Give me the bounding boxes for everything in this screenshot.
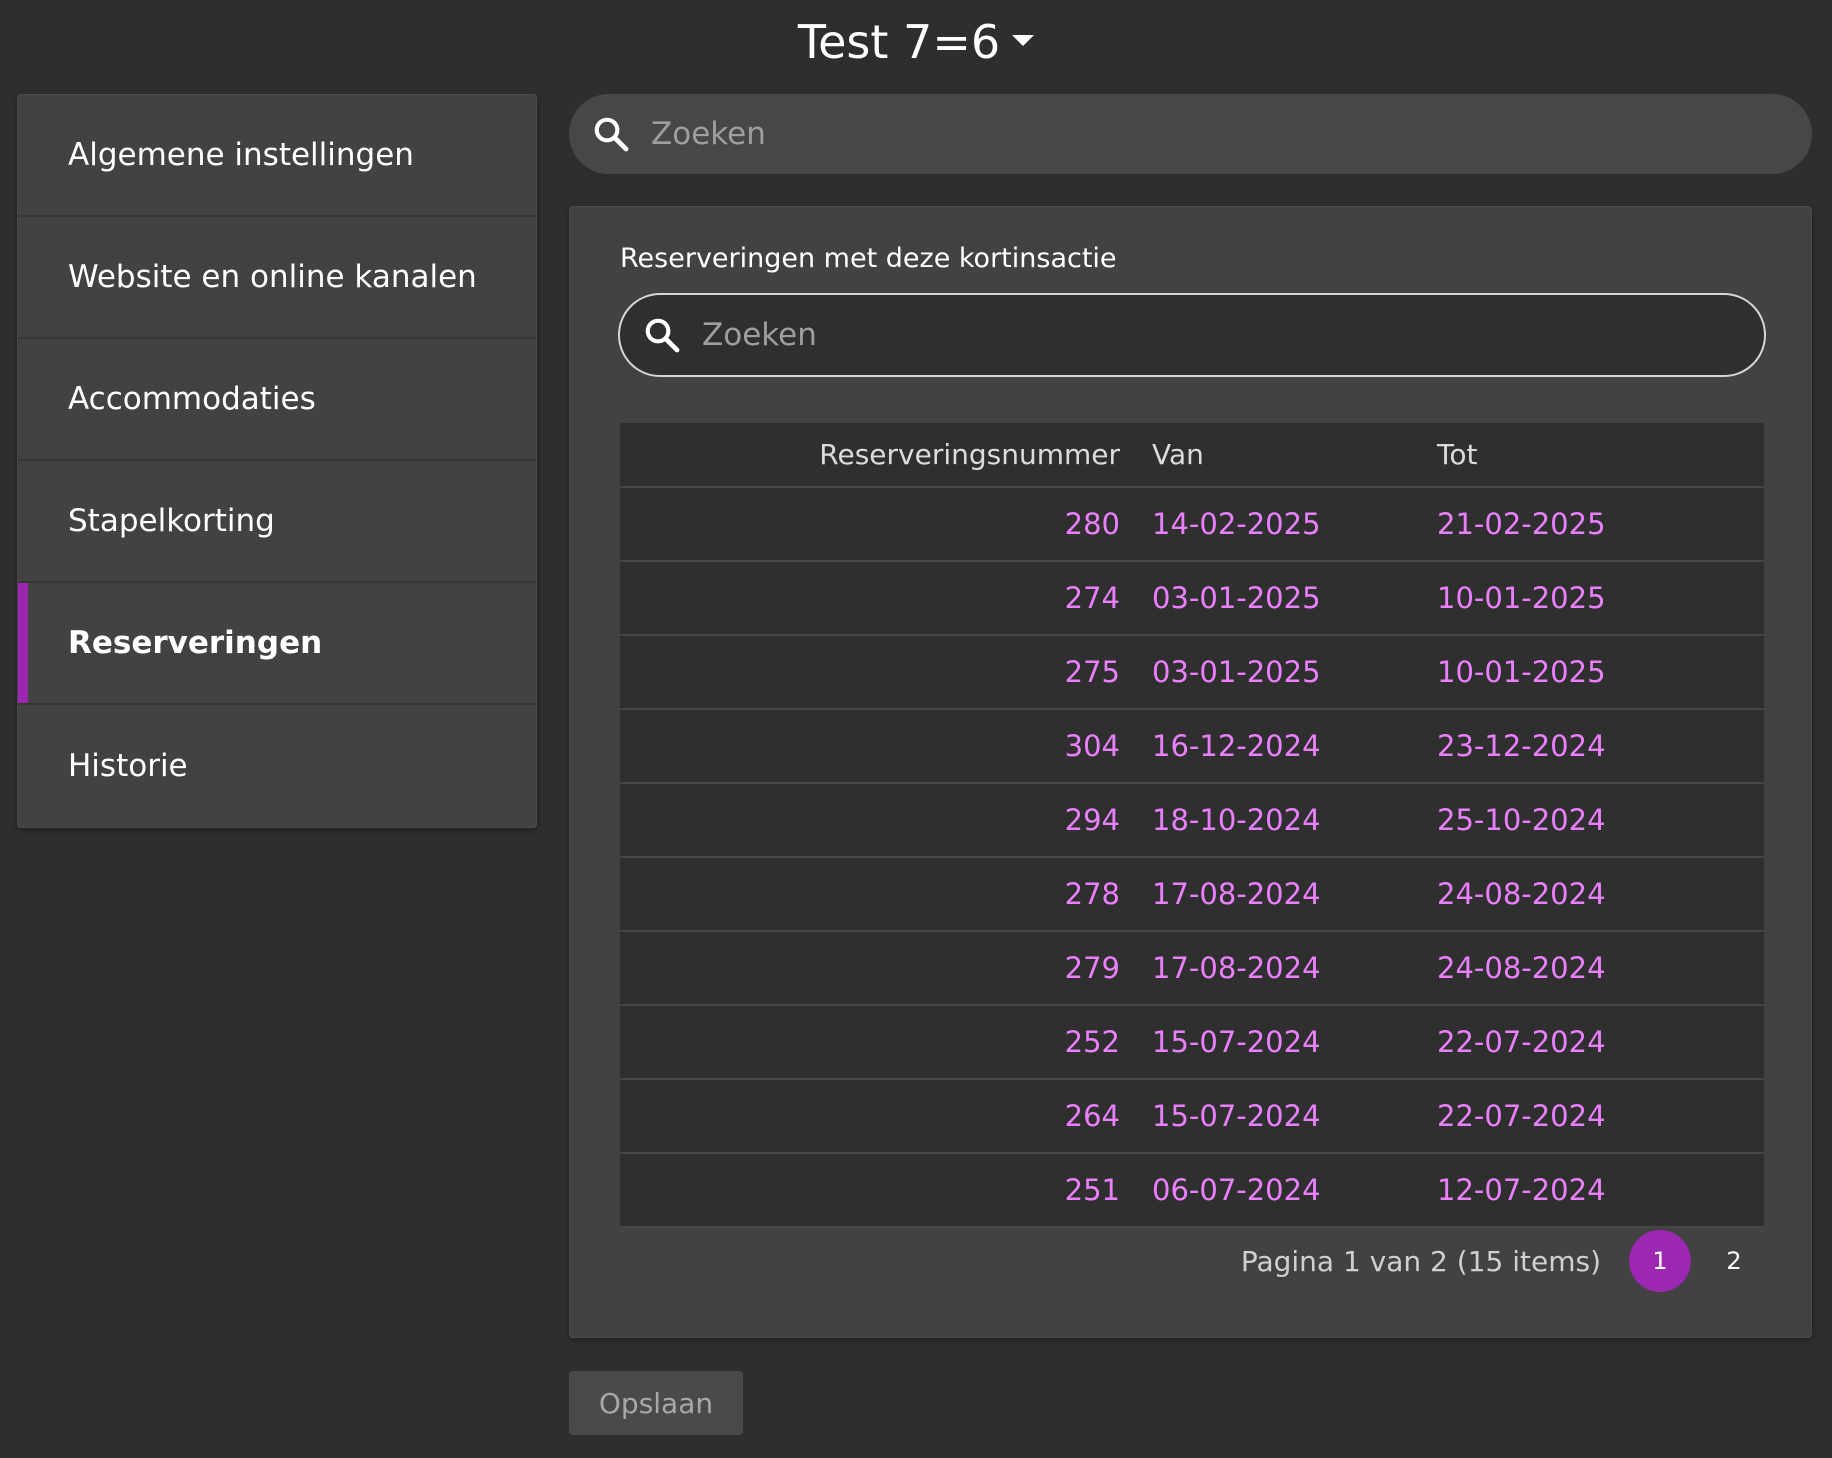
- reservations-search-bar: [618, 293, 1766, 377]
- table-row[interactable]: 278 17-08-2024 24-08-2024: [620, 858, 1764, 932]
- sidebar-item-algemene-instellingen[interactable]: Algemene instellingen: [18, 95, 536, 217]
- sidebar-item-label: Website en online kanalen: [68, 259, 477, 295]
- tot-date-link[interactable]: 10-01-2025: [1437, 655, 1606, 689]
- reservations-panel: Reserveringen met deze kortinsactie Rese…: [569, 206, 1812, 1338]
- tot-date-link[interactable]: 23-12-2024: [1437, 729, 1606, 763]
- tot-date-link[interactable]: 24-08-2024: [1437, 951, 1606, 985]
- van-date-link[interactable]: 17-08-2024: [1152, 877, 1321, 911]
- van-date-link[interactable]: 15-07-2024: [1152, 1025, 1321, 1059]
- active-indicator: [18, 583, 28, 703]
- global-search-bar: [569, 94, 1812, 174]
- tot-date-link[interactable]: 22-07-2024: [1437, 1099, 1606, 1133]
- van-date-link[interactable]: 16-12-2024: [1152, 729, 1321, 763]
- table-row[interactable]: 252 15-07-2024 22-07-2024: [620, 1006, 1764, 1080]
- reservation-number-link[interactable]: 252: [1065, 1025, 1120, 1059]
- tot-date-link[interactable]: 24-08-2024: [1437, 877, 1606, 911]
- table-row[interactable]: 275 03-01-2025 10-01-2025: [620, 636, 1764, 710]
- caret-down-icon: [1012, 35, 1035, 46]
- reservation-number-link[interactable]: 280: [1065, 507, 1120, 541]
- page-title-dropdown[interactable]: Test 7=6: [0, 12, 1832, 72]
- table-row[interactable]: 264 15-07-2024 22-07-2024: [620, 1080, 1764, 1154]
- save-button[interactable]: Opslaan: [569, 1371, 743, 1435]
- column-header-van[interactable]: Van: [1152, 438, 1204, 471]
- reservation-number-link[interactable]: 294: [1065, 803, 1120, 837]
- van-date-link[interactable]: 14-02-2025: [1152, 507, 1321, 541]
- sidebar-item-website-en-online-kanalen[interactable]: Website en online kanalen: [18, 217, 536, 339]
- global-search-input[interactable]: [649, 115, 1812, 153]
- column-header-reserveringsnummer[interactable]: Reserveringsnummer: [819, 438, 1120, 471]
- page-button-2[interactable]: 2: [1703, 1230, 1765, 1292]
- page-title: Test 7=6: [797, 15, 1001, 69]
- reservation-number-link[interactable]: 278: [1065, 877, 1120, 911]
- sidebar-item-reserveringen[interactable]: Reserveringen: [18, 583, 536, 705]
- sidebar-item-label: Reserveringen: [68, 625, 323, 661]
- pagination: Pagina 1 van 2 (15 items) 1 2: [570, 1230, 1765, 1292]
- reservation-number-link[interactable]: 274: [1065, 581, 1120, 615]
- tot-date-link[interactable]: 22-07-2024: [1437, 1025, 1606, 1059]
- table-row[interactable]: 280 14-02-2025 21-02-2025: [620, 488, 1764, 562]
- reservation-number-link[interactable]: 304: [1065, 729, 1120, 763]
- page-button-1[interactable]: 1: [1629, 1230, 1691, 1292]
- table-row[interactable]: 251 06-07-2024 12-07-2024: [620, 1154, 1764, 1228]
- reservation-number-link[interactable]: 264: [1065, 1099, 1120, 1133]
- table-row[interactable]: 279 17-08-2024 24-08-2024: [620, 932, 1764, 1006]
- van-date-link[interactable]: 17-08-2024: [1152, 951, 1321, 985]
- table-row[interactable]: 294 18-10-2024 25-10-2024: [620, 784, 1764, 858]
- tot-date-link[interactable]: 25-10-2024: [1437, 803, 1606, 837]
- table-row[interactable]: 304 16-12-2024 23-12-2024: [620, 710, 1764, 784]
- search-icon: [589, 112, 633, 156]
- search-icon: [640, 313, 684, 357]
- van-date-link[interactable]: 15-07-2024: [1152, 1099, 1321, 1133]
- van-date-link[interactable]: 03-01-2025: [1152, 581, 1321, 615]
- reservation-number-link[interactable]: 279: [1065, 951, 1120, 985]
- column-header-tot[interactable]: Tot: [1437, 438, 1477, 471]
- tot-date-link[interactable]: 21-02-2025: [1437, 507, 1606, 541]
- sidebar-item-label: Algemene instellingen: [68, 137, 414, 173]
- sidebar-item-historie[interactable]: Historie: [18, 705, 536, 827]
- reservation-number-link[interactable]: 275: [1065, 655, 1120, 689]
- van-date-link[interactable]: 18-10-2024: [1152, 803, 1321, 837]
- pagination-info: Pagina 1 van 2 (15 items): [1240, 1244, 1601, 1278]
- sidebar: Algemene instellingen Website en online …: [17, 94, 537, 828]
- sidebar-item-label: Accommodaties: [68, 381, 316, 417]
- van-date-link[interactable]: 06-07-2024: [1152, 1173, 1321, 1207]
- sidebar-item-accommodaties[interactable]: Accommodaties: [18, 339, 536, 461]
- tot-date-link[interactable]: 12-07-2024: [1437, 1173, 1606, 1207]
- sidebar-item-stapelkorting[interactable]: Stapelkorting: [18, 461, 536, 583]
- table-header: Reserveringsnummer Van Tot: [620, 423, 1764, 488]
- reservations-table: Reserveringsnummer Van Tot 280 14-02-202…: [620, 423, 1764, 1228]
- tot-date-link[interactable]: 10-01-2025: [1437, 581, 1606, 615]
- reservations-search-input[interactable]: [700, 316, 1764, 354]
- sidebar-item-label: Historie: [68, 748, 188, 784]
- table-row[interactable]: 274 03-01-2025 10-01-2025: [620, 562, 1764, 636]
- reservation-number-link[interactable]: 251: [1065, 1173, 1120, 1207]
- van-date-link[interactable]: 03-01-2025: [1152, 655, 1321, 689]
- sidebar-item-label: Stapelkorting: [68, 503, 275, 539]
- panel-label: Reserveringen met deze kortinsactie: [620, 243, 1117, 274]
